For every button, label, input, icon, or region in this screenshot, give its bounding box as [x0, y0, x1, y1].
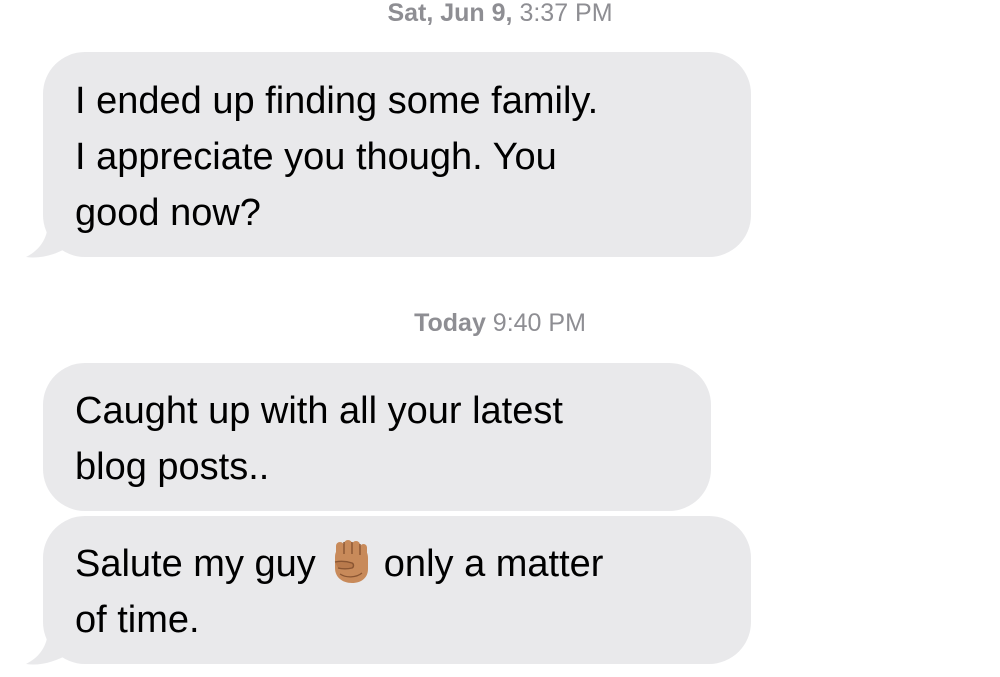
message-text-line: Salute my guy only a matter: [75, 536, 721, 592]
raised-fist-emoji-icon: [334, 540, 368, 583]
message-text-segment: only a matter: [383, 543, 604, 585]
timestamp-time: 3:37 PM: [519, 0, 613, 27]
received-message-bubble[interactable]: Caught up with all your latest blog post…: [43, 363, 711, 511]
message-text-segment: Salute my guy: [75, 543, 316, 585]
timestamp-day: Sat, Jun 9,: [387, 0, 513, 27]
message-text-line: blog posts..: [75, 446, 270, 488]
received-message-bubble[interactable]: Salute my guy only a matter of time.: [43, 516, 751, 664]
message-text-line: good now?: [75, 192, 261, 234]
bubble-tail: [26, 222, 70, 258]
timestamp-day: Today: [414, 309, 486, 337]
bubble-tail: [26, 629, 70, 665]
message-text-line: I ended up finding some family.: [75, 80, 599, 122]
message-text-line: of time.: [75, 599, 200, 641]
message-thread[interactable]: Sat, Jun 9, 3:37 PM I ended up finding s…: [0, 0, 1000, 677]
timestamp-header: Today 9:40 PM: [0, 308, 1000, 338]
timestamp-time: 9:40 PM: [492, 309, 586, 337]
timestamp-header: Sat, Jun 9, 3:37 PM: [0, 0, 1000, 28]
received-message-bubble[interactable]: I ended up finding some family. I apprec…: [43, 52, 751, 257]
message-text-line: I appreciate you though. You: [75, 136, 557, 178]
message-text-line: Caught up with all your latest: [75, 390, 563, 432]
